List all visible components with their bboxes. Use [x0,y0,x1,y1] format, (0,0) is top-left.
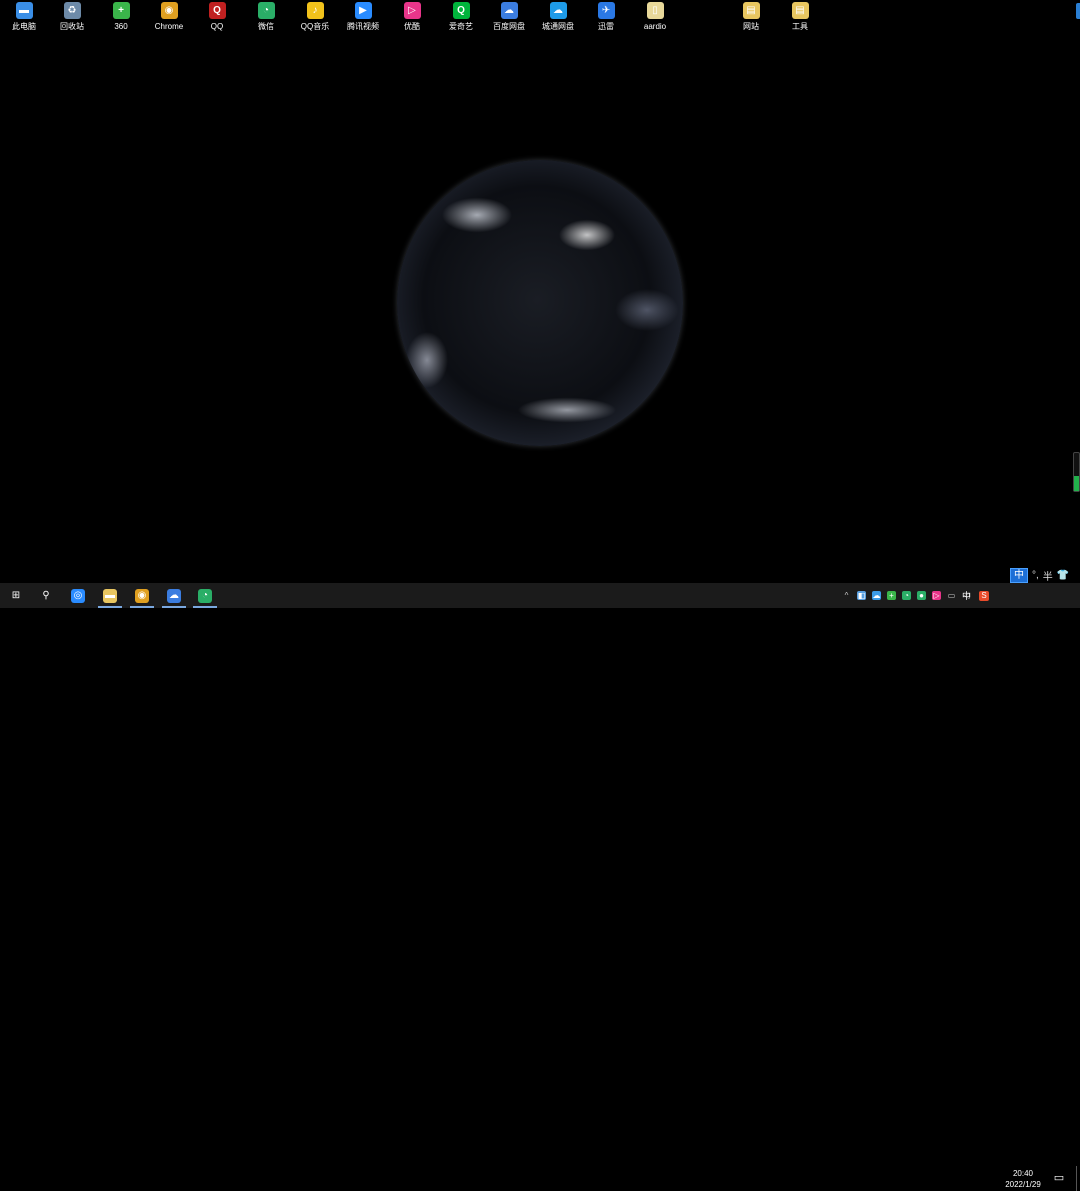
taskbar-wechat-button[interactable]: ◔ [189,583,221,608]
sogou-ime-icon[interactable]: S [979,590,990,601]
notification-icon[interactable]: ▭ [1052,1171,1066,1185]
desktop-shortcut-label: 回收站 [60,22,84,31]
earth-wallpaper-image [397,160,683,446]
ime-width-toggle[interactable]: 半 [1043,568,1053,583]
desktop-shortcut-label: 腾讯视频 [347,22,379,31]
desktop-shortcut[interactable]: +360 [98,2,144,32]
desktop-shortcut[interactable]: ▤ 网站 [728,2,774,32]
360-icon[interactable]: + [887,591,896,600]
desktop-shortcut-label: QQ [210,22,224,31]
tray-app-icon[interactable]: ◧ [857,591,866,600]
display-icon[interactable]: ▭ [947,591,956,600]
desktop-shortcut[interactable]: ▬ 此电脑 [1,2,47,32]
shirt-icon[interactable]: 👕 [1057,570,1069,581]
green-app-icon[interactable]: ● [917,591,926,600]
desktop-shortcut[interactable]: ☁ 百度网盘 [486,2,532,32]
website-folder-icon: ▤ [742,2,760,19]
windows-start-icon: ⊞ [11,589,21,601]
desktop-shortcut[interactable]: ◉ Chrome [146,2,192,32]
ime-punctuation-toggle[interactable]: °, [1032,570,1039,581]
taskbar-baidu-netdisk-button[interactable]: ☁ [158,583,190,608]
desktop-shortcut[interactable]: Q QQ [194,2,240,32]
clock-date: 2022/1/29 [1005,1180,1041,1189]
xunlei-icon: ✈ [597,2,615,19]
desktop-shortcut-label: 优酷 [404,22,420,31]
ime-status-bar[interactable]: 中 °, 半 👕 [1010,567,1078,583]
system-tray: ^ ◧ ☁ + ◔ ● ▷ ▭ ◁ [842,583,977,608]
taskbar-search-button[interactable]: ⚲ [30,583,62,608]
wechat-icon: ◔ [198,588,212,603]
desktop-shortcut[interactable]: ▤ 工具 [777,2,823,32]
desktop-shortcut-label: aardio [643,22,667,31]
taskbar-chrome-button[interactable]: ◉ [126,583,158,608]
desktop-shortcut-label: 城通网盘 [542,22,574,31]
desktop-shortcut-label: 此电脑 [12,22,36,31]
tray-ime-indicator[interactable]: 中 S [962,583,995,608]
chrome-icon: ◉ [135,588,149,603]
show-desktop-button[interactable] [1076,1166,1077,1191]
taskbar-qq-browser-button[interactable]: ◎ [62,583,94,608]
desktop-shortcut[interactable]: ☁ 城通网盘 [535,2,581,32]
desktop-shortcut-label: 360 [114,22,128,31]
desktop-shortcut-label: 网站 [743,22,759,31]
qq-icon: Q [208,2,226,19]
youku-icon[interactable]: ▷ [932,591,941,600]
360-icon: + [112,2,130,19]
desktop-shortcut[interactable]: ◔ 微信 [243,2,289,32]
ime-language-toggle[interactable]: 中 [1010,567,1028,583]
desktop-shortcut-label: 工具 [792,22,808,31]
clock-time: 20:40 [1012,1169,1034,1178]
desktop-shortcut[interactable]: ♪ QQ音乐 [292,2,338,32]
recycle-bin-icon: ♻ [63,2,81,19]
ctfile-netdisk-icon: ☁ [549,2,567,19]
search-icon: ⚲ [42,589,50,601]
taskbar-file-explorer-button[interactable]: ▬ [94,583,126,608]
desktop-shortcut-label: 迅雷 [598,22,614,31]
battery-fill [1074,475,1079,491]
desktop-shortcut-label: Chrome [154,22,184,31]
qq-music-icon: ♪ [306,2,324,19]
desktop-shortcut[interactable]: ▷ 优酷 [389,2,435,32]
taskbar-start-button[interactable]: ⊞ [0,583,32,608]
baidu-netdisk-icon: ☁ [500,2,518,19]
desktop-shortcut-label: 微信 [258,22,274,31]
baidu-netdisk-icon: ☁ [167,588,181,603]
aardio-file-icon: ▯ [646,2,664,19]
taskbar: ⊞ ⚲ ◎ ▬ ◉ ☁ ◔ ^ ◧ ☁ + ◔ ● ▷ ▭ ◁ 中 S 20:40 2022/1/29 ▭ [0,583,1080,1191]
browser-icon: ◎ [71,588,85,603]
wechat-icon[interactable]: ◔ [902,591,911,600]
youku-icon: ▷ [403,2,421,19]
desktop-shortcut[interactable]: Q 爱奇艺 [438,2,484,32]
desktop-shortcut-label: 爱奇艺 [449,22,473,31]
tools-folder-icon: ▤ [791,2,809,19]
desktop-shortcut[interactable]: ♻ 回收站 [49,2,95,32]
desktop: ▬ 此电脑 ♻ 回收站 +360 ◉ Chrome Q QQ ◔ 微信 ♪ QQ音乐 ▶ 腾讯视频 ▷ 优酷 Q 爱… [0,0,1080,583]
desktop-shortcut[interactable]: ▶ 腾讯视频 [340,2,386,32]
iqiyi-icon: Q [452,2,470,19]
tencent-video-icon: ▶ [354,2,372,19]
desktop-shortcut[interactable]: ✈ 迅雷 [583,2,629,32]
desktop-shortcut-label: 百度网盘 [493,22,525,31]
computer-icon: ▬ [15,2,33,19]
wechat-icon: ◔ [257,2,275,19]
edge-indicator [1076,3,1080,19]
folder-icon: ▬ [103,588,117,603]
chevron-up-icon[interactable]: ^ [842,591,851,600]
desktop-shortcut[interactable]: ▯ aardio [632,2,678,32]
clock[interactable]: 20:40 2022/1/29 [1000,1166,1046,1191]
desktop-shortcut-label: QQ音乐 [300,22,330,31]
chrome-icon: ◉ [160,2,178,19]
battery-widget [1073,452,1080,492]
ime-indicator[interactable]: 中 [962,589,971,602]
cloud-icon[interactable]: ☁ [872,591,881,600]
